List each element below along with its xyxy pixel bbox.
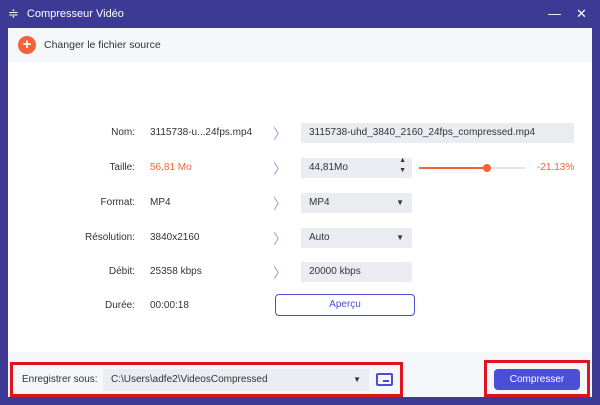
save-path-value: C:\Users\adfe2\VideosCompressed: [111, 374, 268, 385]
arrow-icon: 〉: [273, 196, 287, 212]
save-path-select[interactable]: C:\Users\adfe2\VideosCompressed ▼: [103, 369, 369, 391]
arrow-icon: 〉: [273, 265, 287, 281]
duration-label: Durée:: [104, 300, 135, 311]
size-percent: -21.13%: [537, 162, 575, 173]
chevron-down-icon: ▼: [353, 375, 361, 384]
arrow-icon: 〉: [273, 161, 287, 177]
name-label: Nom:: [111, 127, 135, 138]
close-button[interactable]: ✕: [576, 6, 587, 22]
arrow-icon: 〉: [273, 126, 287, 142]
size-value: 44,81Mo: [309, 162, 348, 173]
resolution-label: Résolution:: [84, 232, 135, 243]
source-format: MP4: [150, 197, 171, 208]
plus-icon: +: [18, 36, 36, 54]
compress-button[interactable]: Compresser: [494, 369, 580, 390]
format-value: MP4: [309, 197, 330, 208]
main-panel: [8, 28, 592, 397]
source-resolution: 3840x2160: [150, 232, 200, 243]
resolution-select[interactable]: Auto: [301, 228, 412, 248]
output-name-field[interactable]: 3115738-uhd_3840_2160_24fps_compressed.m…: [301, 123, 574, 143]
change-source-label: Changer le fichier source: [44, 39, 161, 51]
size-slider[interactable]: [419, 164, 525, 172]
stepper-arrows-icon[interactable]: ▲ ▼: [399, 156, 406, 176]
format-label: Format:: [100, 197, 135, 208]
save-label: Enregistrer sous:: [22, 374, 98, 385]
source-bitrate: 25358 kbps: [150, 266, 202, 277]
resolution-value: Auto: [309, 232, 330, 243]
slider-handle[interactable]: [482, 164, 491, 172]
size-stepper[interactable]: 44,81Mo ▲ ▼: [301, 156, 412, 178]
source-size: 56,81 Mo: [150, 162, 192, 173]
bitrate-field[interactable]: 20000 kbps: [301, 262, 412, 282]
size-label: Taille:: [109, 162, 135, 173]
app-icon: ≑: [8, 6, 19, 21]
source-name: 3115738-u...24fps.mp4: [150, 127, 253, 138]
bitrate-label: Débit:: [108, 266, 135, 277]
folder-icon[interactable]: [376, 373, 393, 386]
source-duration: 00:00:18: [150, 300, 189, 311]
preview-button[interactable]: Aperçu: [275, 294, 415, 316]
minimize-button[interactable]: —: [548, 6, 561, 21]
change-source-button[interactable]: + Changer le fichier source: [8, 28, 592, 62]
format-select[interactable]: MP4: [301, 193, 412, 213]
window-title: Compresseur Vidéo: [26, 8, 124, 20]
title-bar: ≑ Compresseur Vidéo: [8, 0, 124, 28]
arrow-icon: 〉: [273, 231, 287, 247]
